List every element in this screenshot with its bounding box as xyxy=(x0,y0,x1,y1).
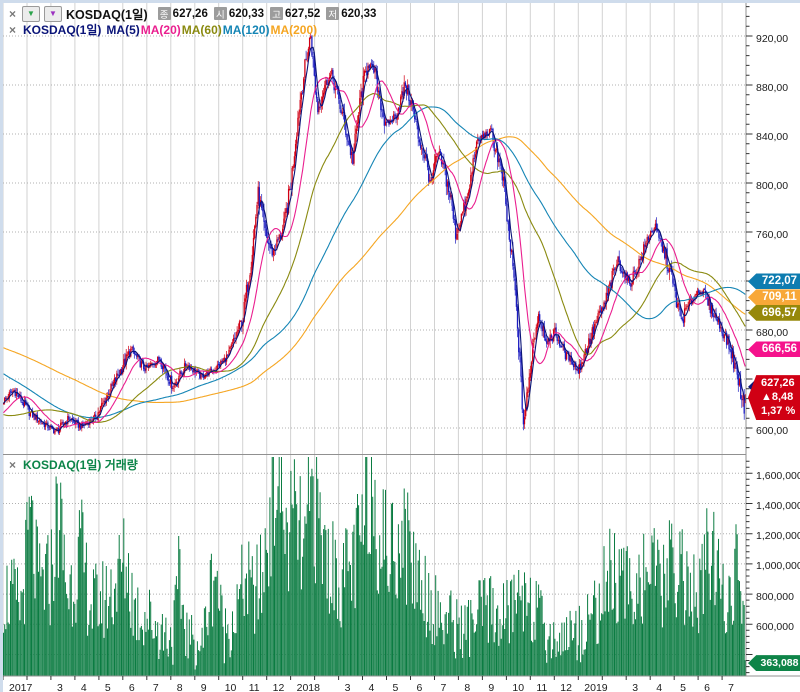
price-tick-label: 920,00 xyxy=(756,33,788,45)
price-tick-label: 840,00 xyxy=(756,131,788,143)
current-price-tag: 627,26▲8,481,37 % xyxy=(748,375,800,420)
dropdown-arrow-icon: ▼ xyxy=(49,10,57,18)
month-label: 11 xyxy=(536,682,547,692)
price-tag: 666,56 xyxy=(748,341,800,357)
ma-legend-20: MA(20) xyxy=(141,23,181,37)
chart-window: × ▼ ▼ KOSDAQ(1일) 종627,26시620,33고627,52저6… xyxy=(0,0,800,692)
month-label: 10 xyxy=(512,682,524,692)
chart-canvas[interactable] xyxy=(0,0,800,692)
close-icon[interactable]: × xyxy=(7,23,18,37)
quote-key-badge: 고 xyxy=(270,7,283,20)
month-label: 3 xyxy=(632,682,638,692)
volume-tick-label: 600,000 xyxy=(756,621,794,633)
month-label: 3 xyxy=(57,682,63,692)
month-label: 11 xyxy=(249,682,260,692)
ma-header: × KOSDAQ(1일) MA(5)MA(20)MA(60)MA(120)MA(… xyxy=(7,22,317,37)
current-volume-tag: 363,088 xyxy=(748,655,800,671)
dropdown-arrow-icon: ▼ xyxy=(27,10,35,18)
month-label: 5 xyxy=(105,682,111,692)
ma-legend-5: MA(5) xyxy=(106,23,139,37)
month-label: 10 xyxy=(225,682,237,692)
month-label: 7 xyxy=(728,682,734,692)
month-label: 2018 xyxy=(297,682,320,692)
price-tick-label: 880,00 xyxy=(756,82,788,94)
price-box-line: 1,37 % xyxy=(761,404,800,418)
month-label: 9 xyxy=(201,682,207,692)
volume-tick-label: 1,600,000 xyxy=(756,470,800,482)
month-label: 6 xyxy=(129,682,135,692)
month-label: 9 xyxy=(488,682,494,692)
price-tick-label: 600,00 xyxy=(756,425,788,437)
quote-value: 620,33 xyxy=(229,8,264,20)
quote-value: 627,52 xyxy=(285,8,320,20)
month-label: 4 xyxy=(656,682,662,692)
quote-value: 627,26 xyxy=(173,8,208,20)
quote-value: 620,33 xyxy=(341,8,376,20)
month-label: 4 xyxy=(369,682,375,692)
price-box-line: ▲8,48 xyxy=(761,390,800,404)
price-tick-label: 800,00 xyxy=(756,180,788,192)
volume-tick-label: 1,400,000 xyxy=(756,500,800,512)
price-tag: 722,07 xyxy=(748,273,800,289)
month-label: 8 xyxy=(464,682,470,692)
month-label: 5 xyxy=(393,682,399,692)
volume-header: × KOSDAQ(1일) 거래량 xyxy=(7,457,138,472)
month-label: 6 xyxy=(416,682,422,692)
price-tag: 696,57 xyxy=(748,305,800,321)
month-label: 7 xyxy=(153,682,159,692)
price-tick-label: 680,00 xyxy=(756,327,788,339)
ma-legend-60: MA(60) xyxy=(182,23,222,37)
month-label: 12 xyxy=(273,682,285,692)
price-tag: 709,11 xyxy=(748,289,800,305)
volume-header-label: KOSDAQ(1일) 거래량 xyxy=(23,456,138,473)
volume-tick-label: 800,000 xyxy=(756,591,794,603)
month-label: 2019 xyxy=(584,682,607,692)
quote-key-badge: 시 xyxy=(214,7,227,20)
month-label: 8 xyxy=(177,682,183,692)
close-icon[interactable]: × xyxy=(7,7,18,21)
ma-legend-200: MA(200) xyxy=(270,23,317,37)
quote-key-badge: 저 xyxy=(326,7,339,20)
ma-header-title: KOSDAQ(1일) xyxy=(23,21,101,38)
volume-tick-label: 1,200,000 xyxy=(756,530,800,542)
month-label: 2017 xyxy=(9,682,32,692)
volume-tick-label: 1,000,000 xyxy=(756,560,800,572)
month-label: 7 xyxy=(440,682,446,692)
month-label: 5 xyxy=(680,682,686,692)
price-header: × ▼ ▼ KOSDAQ(1일) 종627,26시620,33고627,52저6… xyxy=(7,5,376,22)
quote-badges: 종627,26시620,33고627,52저620,33 xyxy=(152,7,377,20)
close-icon[interactable]: × xyxy=(7,458,18,472)
month-label: 3 xyxy=(345,682,351,692)
quote-key-badge: 종 xyxy=(158,7,171,20)
month-label: 4 xyxy=(81,682,87,692)
ma-legend-120: MA(120) xyxy=(223,23,270,37)
price-tick-label: 760,00 xyxy=(756,229,788,241)
chart-type-dropdown-button[interactable]: ▼ xyxy=(22,6,40,22)
indicator-dropdown-button[interactable]: ▼ xyxy=(44,6,62,22)
month-label: 6 xyxy=(704,682,710,692)
month-label: 12 xyxy=(560,682,572,692)
ma-labels: MA(5)MA(20)MA(60)MA(120)MA(200) xyxy=(105,23,317,37)
price-box-line: 627,26 xyxy=(761,376,800,390)
